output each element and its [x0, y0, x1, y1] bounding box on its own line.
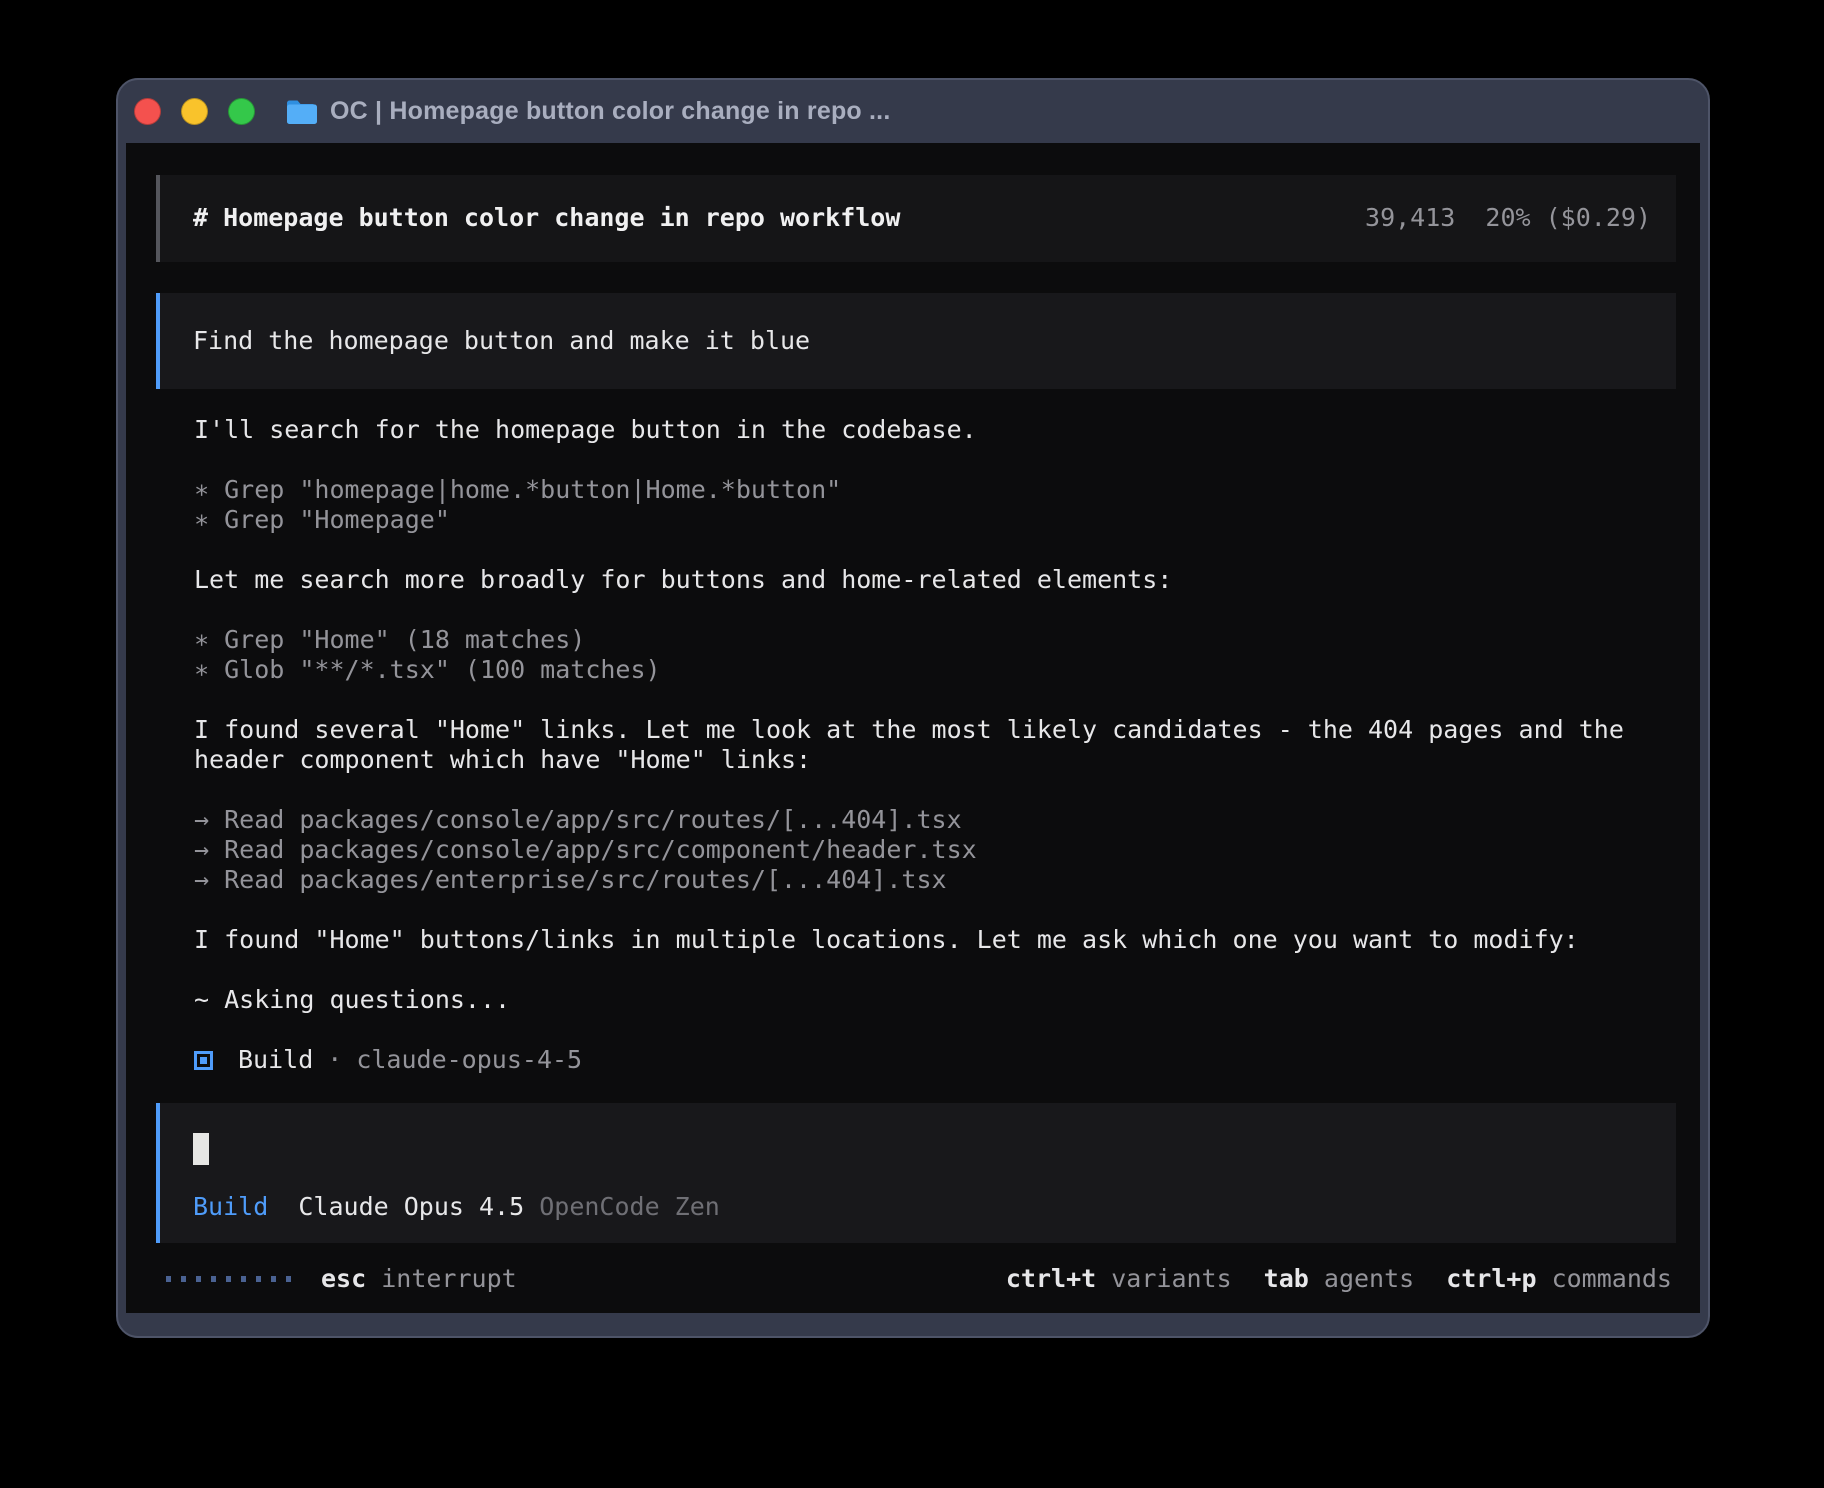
traffic-lights: [134, 98, 255, 125]
minimize-button[interactable]: [181, 98, 208, 125]
agent-name: Build: [238, 1045, 313, 1075]
session-title: # Homepage button color change in repo w…: [193, 203, 900, 233]
assistant-transcript: I'll search for the homepage button in t…: [156, 415, 1676, 1045]
transcript-line: → Read packages/console/app/src/routes/[…: [194, 805, 1676, 895]
input-model: Claude Opus 4.5: [298, 1192, 524, 1221]
keyboard-hint: ctrl+p commands: [1446, 1264, 1672, 1294]
keyboard-hint: tab agents: [1264, 1264, 1415, 1294]
folder-icon: [285, 99, 317, 125]
transcript-line: ∗ Grep "Home" (18 matches) ∗ Glob "**/*.…: [194, 625, 1676, 685]
user-message: Find the homepage button and make it blu…: [156, 293, 1676, 389]
agent-separator: ·: [327, 1045, 342, 1075]
transcript-line: I found "Home" buttons/links in multiple…: [194, 925, 1676, 955]
hint-interrupt: esc interrupt: [321, 1264, 517, 1294]
terminal-window: OC | Homepage button color change in rep…: [116, 78, 1710, 1338]
agent-icon: [194, 1051, 213, 1070]
status-bar: esc interrupt ctrl+t variants tab agents…: [156, 1263, 1676, 1295]
input-mode-row: Build Claude Opus 4.5 OpenCode Zen: [193, 1192, 1651, 1222]
transcript-line: ∗ Grep "homepage|home.*button|Home.*butt…: [194, 475, 1676, 535]
transcript-line: ~ Asking questions...: [194, 985, 1676, 1015]
session-header: # Homepage button color change in repo w…: [156, 175, 1676, 262]
input-mode: Build: [193, 1192, 268, 1221]
terminal-content: # Homepage button color change in repo w…: [126, 143, 1700, 1313]
close-button[interactable]: [134, 98, 161, 125]
keyboard-hint: ctrl+t variants: [1006, 1264, 1232, 1294]
transcript-line: I found several "Home" links. Let me loo…: [194, 715, 1676, 775]
spinner-dots: [166, 1276, 291, 1282]
text-cursor: [193, 1133, 209, 1165]
agent-status-row: Build · claude-opus-4-5: [156, 1045, 1676, 1075]
session-token-stats: 39,413 20% ($0.29): [1365, 203, 1651, 233]
agent-model: claude-opus-4-5: [356, 1045, 582, 1075]
status-right: ctrl+t variants tab agents ctrl+p comman…: [1006, 1264, 1672, 1294]
transcript-line: Let me search more broadly for buttons a…: [194, 565, 1676, 595]
window-title: OC | Homepage button color change in rep…: [330, 97, 890, 126]
zoom-button[interactable]: [228, 98, 255, 125]
transcript-line: I'll search for the homepage button in t…: [194, 415, 1676, 445]
input-provider: OpenCode Zen: [539, 1192, 720, 1221]
prompt-input[interactable]: Build Claude Opus 4.5 OpenCode Zen: [156, 1103, 1676, 1243]
status-left: esc interrupt: [166, 1264, 517, 1294]
titlebar: OC | Homepage button color change in rep…: [118, 80, 1708, 143]
